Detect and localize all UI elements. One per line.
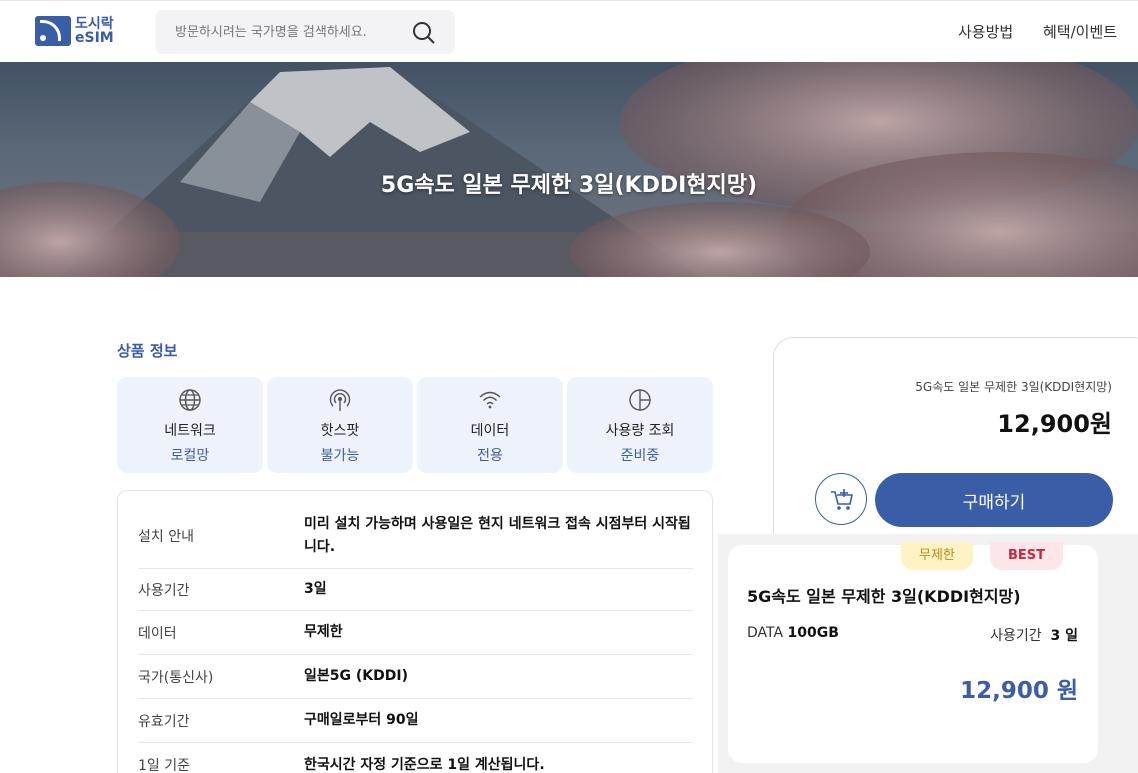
feature-value: 준비중	[620, 448, 660, 464]
data-value: 100GB	[787, 625, 839, 641]
info-value: 한국시간 자정 기준으로 1일 계산됩니다.	[304, 756, 545, 773]
add-to-cart-button[interactable]	[815, 473, 867, 525]
purchase-card: 5G속도 일본 무제한 3일(KDDI현지망) 12,900원 구매하기	[773, 337, 1138, 557]
product-card-price: 12,900 원	[960, 678, 1078, 704]
info-key: 설치 안내	[138, 528, 194, 545]
search-input[interactable]	[155, 10, 405, 54]
info-value: 구매일로부터 90일	[304, 712, 419, 728]
feature-hotspot: 핫스팟 불가능	[267, 377, 413, 473]
period-value: 3 일	[1050, 628, 1079, 644]
info-value: 3일	[304, 581, 327, 597]
info-row-day-basis: 1일 기준 한국시간 자정 기준으로 1일 계산됩니다.	[138, 743, 693, 773]
buy-button[interactable]: 구매하기	[875, 473, 1113, 527]
search-icon[interactable]	[411, 20, 437, 46]
info-row-validity: 유효기간 구매일로부터 90일	[138, 699, 693, 743]
info-key: 유효기간	[138, 713, 190, 730]
top-header: 도시락 eSIM 사용방법 혜택/이벤트	[0, 0, 1138, 62]
feature-value: 전용	[477, 448, 503, 464]
logo-signal-icon	[35, 16, 71, 46]
period-label: 사용기간	[990, 628, 1042, 644]
info-value: 미리 설치 가능하며 사용일은 현지 네트워크 접속 시점부터 시작됩니다.	[304, 515, 691, 555]
feature-label: 핫스팟	[320, 423, 360, 439]
feature-cards: 네트워크 로컬망 핫스팟 불가능 데이터 전용 사용량 조회 준비중	[117, 377, 713, 473]
logo-text-korean: 도시락	[75, 16, 114, 32]
feature-label: 네트워크	[164, 423, 216, 439]
info-value: 무제한	[304, 624, 343, 640]
info-row-period: 사용기간 3일	[138, 569, 693, 611]
info-key: 데이터	[138, 625, 177, 642]
wifi-icon	[479, 391, 501, 409]
nav-usage-guide[interactable]: 사용방법	[958, 21, 1013, 42]
data-label: DATA	[747, 625, 784, 641]
unlimited-badge: 무제한	[901, 542, 973, 570]
nav-benefits-events[interactable]: 혜택/이벤트	[1043, 21, 1117, 42]
product-card-title: 5G속도 일본 무제한 3일(KDDI현지망)	[747, 587, 1021, 606]
info-value: 일본5G (KDDI)	[304, 668, 408, 684]
feature-data: 데이터 전용	[417, 377, 563, 473]
search-bar	[155, 10, 455, 54]
feature-value: 불가능	[320, 448, 360, 464]
logo-text-esim: eSIM	[75, 30, 114, 46]
purchase-price: 12,900원	[997, 410, 1112, 438]
product-card[interactable]: 무제한 BEST 5G속도 일본 무제한 3일(KDDI현지망) DATA 10…	[728, 542, 1098, 763]
info-row-data: 데이터 무제한	[138, 611, 693, 655]
logo[interactable]: 도시락 eSIM	[35, 16, 114, 46]
info-key: 1일 기준	[138, 758, 190, 773]
banner-title: 5G속도 일본 무제한 3일(KDDI현지망)	[380, 173, 758, 198]
info-key: 국가(통신사)	[138, 669, 214, 686]
product-info-table: 설치 안내 미리 설치 가능하며 사용일은 현지 네트워크 접속 시점부터 시작…	[117, 490, 713, 773]
feature-usage-check: 사용량 조회 준비중	[567, 377, 713, 473]
product-card-period: 사용기간 3 일	[990, 625, 1078, 645]
globe-icon	[179, 389, 201, 411]
pie-chart-icon	[629, 389, 651, 411]
product-card-data: DATA 100GB	[747, 625, 839, 641]
cart-plus-icon	[831, 489, 853, 510]
hero-banner: 5G속도 일본 무제한 3일(KDDI현지망)	[0, 62, 1138, 277]
info-row-install: 설치 안내 미리 설치 가능하며 사용일은 현지 네트워크 접속 시점부터 시작…	[138, 503, 693, 569]
hotspot-icon	[329, 389, 351, 411]
best-badge: BEST	[990, 542, 1064, 570]
info-key: 사용기간	[138, 582, 190, 599]
feature-network: 네트워크 로컬망	[117, 377, 263, 473]
section-title-product-info: 상품 정보	[117, 342, 178, 360]
info-row-country-carrier: 국가(통신사) 일본5G (KDDI)	[138, 655, 693, 699]
feature-value: 로컬망	[170, 448, 210, 464]
feature-label: 데이터	[470, 423, 510, 439]
feature-label: 사용량 조회	[605, 423, 675, 439]
purchase-product-name: 5G속도 일본 무제한 3일(KDDI현지망)	[915, 380, 1112, 394]
